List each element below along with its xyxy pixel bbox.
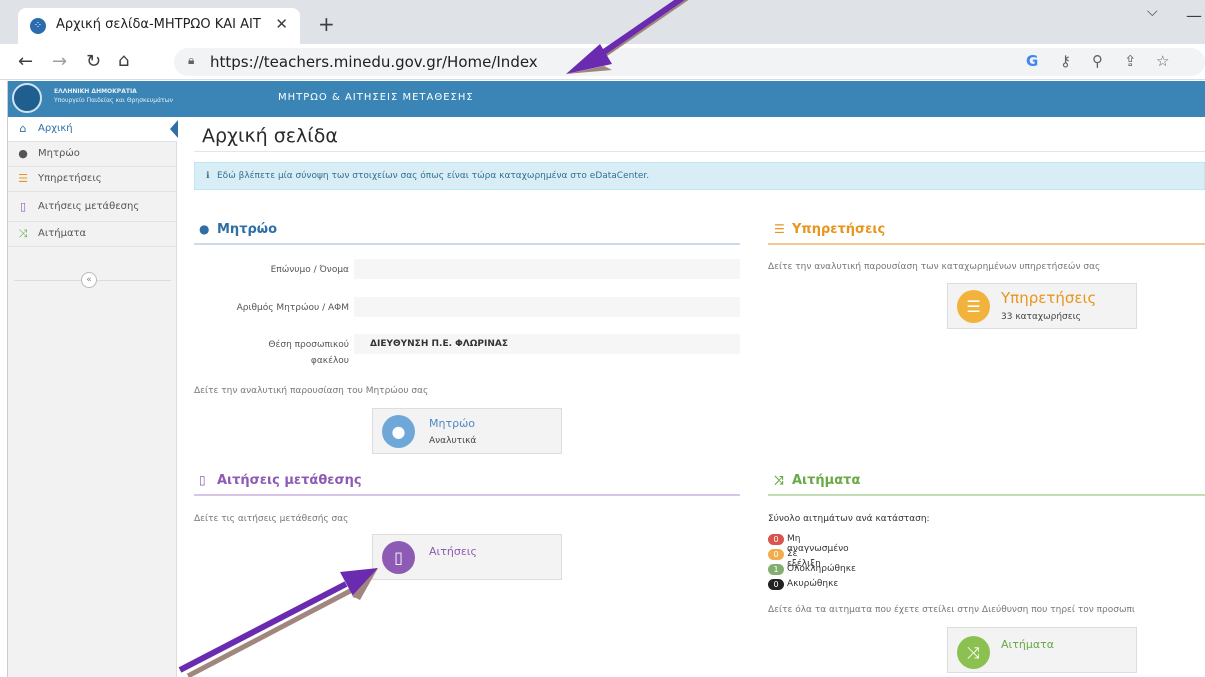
registry-tile-subtitle: Αναλυτικά bbox=[429, 436, 477, 446]
registry-rule bbox=[194, 243, 740, 245]
status-label: Ολοκληρώθηκε bbox=[787, 564, 856, 574]
user-icon: ● bbox=[199, 222, 210, 236]
status-label: Ακυρώθηκε bbox=[787, 579, 839, 589]
tab-title: Αρχική σελίδα-ΜΗΤΡΩΟ ΚΑΙ ΑΙΤ bbox=[56, 17, 261, 32]
file-icon: ▯ bbox=[199, 473, 206, 487]
status-badge: 0 bbox=[768, 579, 784, 590]
sidebar-item-label: Αρχική bbox=[38, 123, 73, 134]
info-text: Εδώ βλέπετε μία σύνοψη των στοιχείων σας… bbox=[217, 171, 650, 181]
user-icon: ● bbox=[18, 147, 28, 160]
transfers-rule bbox=[194, 494, 740, 496]
surname-name-value bbox=[354, 259, 740, 279]
transfers-heading: ▯ Αιτήσεις μετάθεσης bbox=[199, 473, 362, 488]
list-icon: ☰ bbox=[18, 172, 28, 185]
sidebar-item-label: Αιτήματα bbox=[38, 228, 87, 239]
services-rule bbox=[768, 243, 1205, 245]
sidebar-item-requests[interactable]: ⤨ Αιτήματα bbox=[8, 222, 177, 247]
lock-icon[interactable]: 🔒︎ bbox=[188, 53, 194, 68]
registry-afm-value bbox=[354, 297, 740, 317]
requests-summary: Σύνολο αιτημάτων ανά κατάσταση: bbox=[768, 514, 930, 524]
registry-afm-label: Αριθμός Μητρώου / ΑΦΜ bbox=[236, 303, 349, 313]
registry-heading: ● Μητρώο bbox=[199, 222, 278, 237]
active-caret-icon bbox=[170, 120, 178, 138]
logo-text-line2: Υπουργείο Παιδείας και Θρησκευμάτων bbox=[54, 97, 174, 104]
sidebar-item-services[interactable]: ☰ Υπηρετήσεις bbox=[8, 167, 177, 192]
info-icon: ℹ bbox=[206, 171, 210, 181]
services-heading: ☰ Υπηρετήσεις bbox=[774, 222, 886, 237]
reload-icon[interactable]: ↻ bbox=[86, 51, 101, 72]
position-label-line2: φακέλου bbox=[310, 356, 349, 366]
requests-tile-title: Αιτήματα bbox=[1001, 638, 1054, 651]
shuffle-icon: ⤨ bbox=[774, 473, 784, 487]
key-icon[interactable]: ⚷ bbox=[1060, 52, 1071, 70]
google-icon[interactable]: G bbox=[1026, 52, 1038, 70]
star-icon[interactable]: ☆ bbox=[1156, 52, 1169, 70]
info-alert: ℹ Εδώ βλέπετε μία σύνοψη των στοιχείων σ… bbox=[194, 162, 1205, 190]
registry-note: Δείτε την αναλυτική παρουσίαση του Μητρώ… bbox=[194, 386, 429, 396]
ministry-logo-icon[interactable] bbox=[12, 83, 42, 113]
registry-tile-button[interactable]: ● Μητρώο Αναλυτικά bbox=[372, 408, 562, 454]
home-icon[interactable]: ⌂ bbox=[118, 50, 129, 71]
surname-name-label: Επώνυμο / Όνομα bbox=[270, 265, 349, 275]
shuffle-icon: ⤨ bbox=[957, 636, 990, 669]
status-badge: 1 bbox=[768, 564, 784, 575]
site-favicon-icon: ⁘ bbox=[30, 18, 46, 34]
site-title[interactable]: ΜΗΤΡΩΟ & ΑΙΤΗΣΕΙΣ ΜΕΤΑΘΕΣΗΣ bbox=[278, 92, 474, 103]
new-tab-button[interactable]: + bbox=[318, 12, 335, 36]
sidebar-item-label: Αιτήσεις μετάθεσης bbox=[38, 201, 140, 212]
title-divider bbox=[194, 151, 1205, 152]
tab-search-chevron-icon[interactable]: ⌵ bbox=[1147, 4, 1158, 20]
list-icon: ☰ bbox=[774, 222, 785, 236]
back-arrow-icon[interactable]: ← bbox=[18, 51, 33, 72]
address-bar[interactable]: 🔒︎ https://teachers.minedu.gov.gr/Home/I… bbox=[174, 48, 1205, 76]
list-icon: ☰ bbox=[957, 290, 990, 323]
sidebar-item-transfers[interactable]: ▯ Αιτήσεις μετάθεσης bbox=[8, 192, 177, 222]
requests-rule bbox=[768, 494, 1205, 496]
sidebar-collapse-button[interactable]: « bbox=[81, 272, 97, 288]
status-badge: 0 bbox=[768, 534, 784, 545]
transfers-tile-button[interactable]: ▯ Αιτήσεις bbox=[372, 534, 562, 580]
file-icon: ▯ bbox=[19, 200, 27, 213]
minimize-icon[interactable]: — bbox=[1186, 6, 1202, 25]
bottom-arrow-icon bbox=[178, 568, 378, 677]
services-tile-button[interactable]: ☰ Υπηρετήσεις 33 καταχωρήσεις bbox=[947, 283, 1137, 329]
url-text[interactable]: https://teachers.minedu.gov.gr/Home/Inde… bbox=[210, 53, 538, 71]
sidebar-item-registry[interactable]: ● Μητρώο bbox=[8, 142, 177, 167]
position-label-line1: Θέση προσωπικού bbox=[268, 340, 349, 350]
transfers-tile-title: Αιτήσεις bbox=[429, 545, 477, 558]
browser-tab[interactable]: ⁘ Αρχική σελίδα-ΜΗΤΡΩΟ ΚΑΙ ΑΙΤ ✕ bbox=[18, 8, 300, 44]
window-left-edge bbox=[0, 81, 8, 677]
services-tile-subtitle: 33 καταχωρήσεις bbox=[1001, 312, 1081, 322]
browser-tab-bar: ⁘ Αρχική σελίδα-ΜΗΤΡΩΟ ΚΑΙ ΑΙΤ ✕ + ⌵ — bbox=[0, 0, 1205, 44]
requests-note: Δείτε όλα τα αιτηματα που έχετε στείλει … bbox=[768, 605, 1135, 615]
registry-tile-title: Μητρώο bbox=[429, 417, 476, 430]
sidebar-item-label: Υπηρετήσεις bbox=[38, 173, 102, 184]
page-title: Αρχική σελίδα bbox=[202, 125, 338, 147]
requests-heading: ⤨ Αιτήματα bbox=[774, 473, 861, 488]
services-tile-title: Υπηρετήσεις bbox=[1001, 289, 1097, 307]
zoom-icon[interactable]: ⚲ bbox=[1092, 52, 1103, 70]
shuffle-icon: ⤨ bbox=[18, 227, 28, 240]
home-icon: ⌂ bbox=[19, 122, 27, 135]
sidebar-item-label: Μητρώο bbox=[38, 148, 80, 159]
logo-text-line1: ΕΛΛΗΝΙΚΗ ΔΗΜΟΚΡΑΤΙΑ bbox=[54, 88, 137, 95]
user-icon: ● bbox=[382, 415, 415, 448]
file-icon: ▯ bbox=[382, 541, 415, 574]
transfers-note: Δείτε τις αιτήσεις μετάθεσής σας bbox=[194, 514, 349, 524]
sidebar: ⌂ Αρχική ● Μητρώο ☰ Υπηρετήσεις ▯ Αιτήσε… bbox=[8, 117, 178, 677]
sidebar-item-home[interactable]: ⌂ Αρχική bbox=[8, 117, 178, 142]
forward-arrow-icon[interactable]: → bbox=[52, 51, 67, 72]
site-header: ΕΛΛΗΝΙΚΗ ΔΗΜΟΚΡΑΤΙΑ Υπουργείο Παιδείας κ… bbox=[8, 81, 1205, 117]
tab-close-icon[interactable]: ✕ bbox=[275, 15, 288, 33]
share-icon[interactable]: ⇪ bbox=[1124, 52, 1137, 70]
status-badge: 0 bbox=[768, 549, 784, 560]
services-note: Δείτε την αναλυτική παρουσίαση των καταχ… bbox=[768, 262, 1101, 272]
requests-tile-button[interactable]: ⤨ Αιτήματα bbox=[947, 627, 1137, 673]
browser-toolbar: ← → ↻ ⌂ 🔒︎ https://teachers.minedu.gov.g… bbox=[0, 44, 1205, 80]
position-value: ΔΙΕΥΘΥΝΣΗ Π.Ε. ΦΛΩΡΙΝΑΣ bbox=[354, 334, 740, 354]
